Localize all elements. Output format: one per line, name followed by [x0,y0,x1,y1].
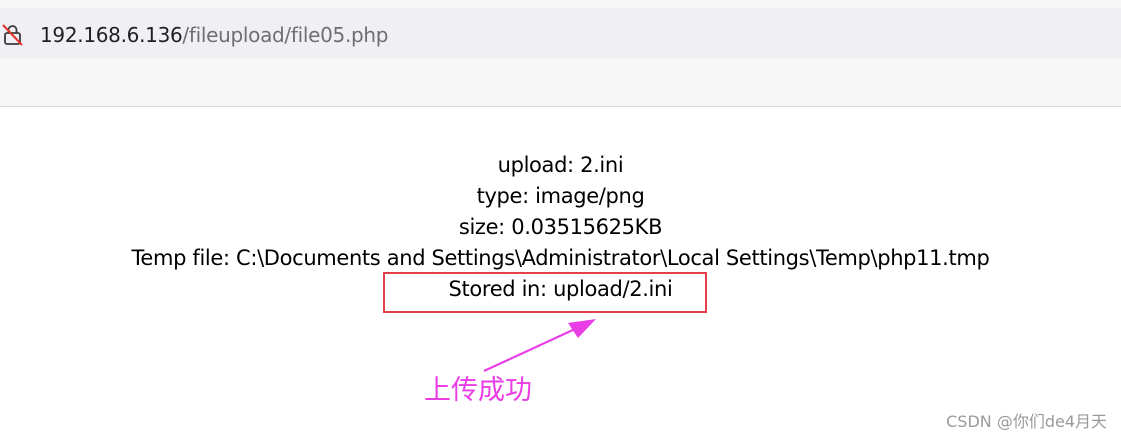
upload-filename-line: upload: 2.ini [497,153,624,177]
watermark: CSDN @你们de4月天 [946,412,1107,431]
url-text[interactable]: 192.168.6.136/fileupload/file05.php [40,21,389,49]
url-host: 192.168.6.136 [40,23,183,47]
annotation-label: 上传成功 [424,375,532,406]
temp-file-line: Temp file: C:\Documents and Settings\Adm… [131,246,990,270]
insecure-lock-icon[interactable] [2,23,24,47]
url-path: /fileupload/file05.php [182,23,389,47]
upload-size-line: size: 0.03515625KB [458,215,663,239]
browser-toolbar: 192.168.6.136/fileupload/file05.php [0,0,1121,107]
upload-type-line: type: image/png [476,184,645,208]
